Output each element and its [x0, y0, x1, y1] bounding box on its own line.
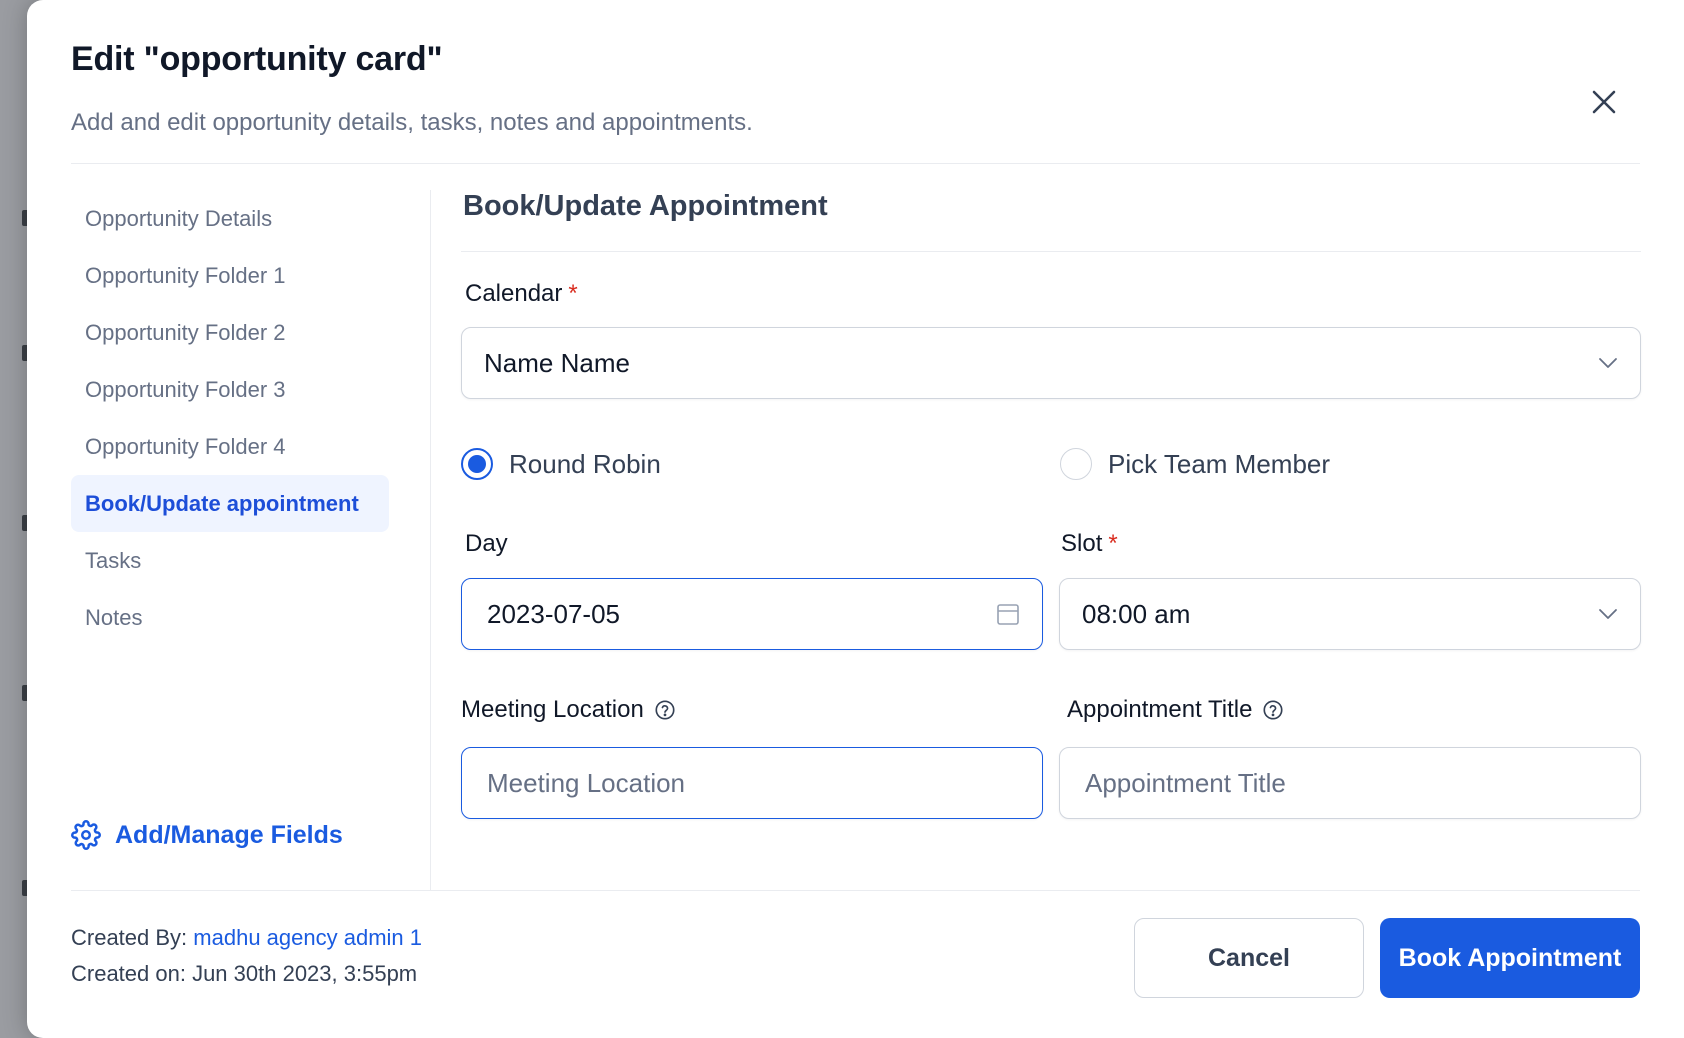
add-manage-fields-label: Add/Manage Fields: [115, 820, 343, 849]
section-title: Book/Update Appointment: [463, 190, 828, 222]
calendar-label: Calendar *: [465, 280, 578, 308]
modal-title: Edit "opportunity card": [71, 40, 443, 78]
book-appointment-button[interactable]: Book Appointment: [1380, 918, 1640, 998]
pick-team-member-label: Pick Team Member: [1108, 448, 1331, 479]
creation-meta: Created By: madhu agency admin 1 Created…: [71, 920, 422, 992]
slot-label: Slot *: [1061, 530, 1118, 558]
calendar-icon: [997, 604, 1019, 625]
sidebar-item-notes[interactable]: Notes: [71, 589, 389, 646]
sidebar-item-opportunity-folder-1[interactable]: Opportunity Folder 1: [71, 247, 389, 304]
gear-icon: [71, 820, 101, 850]
day-label-text: Day: [465, 530, 508, 557]
day-date-value: 2023-07-05: [487, 598, 620, 629]
radio-unselected-icon: [1060, 448, 1092, 480]
slot-select[interactable]: 08:00 am: [1059, 578, 1641, 650]
meeting-location-label: Meeting Location: [461, 696, 676, 724]
appointment-title-label: Appointment Title: [1067, 696, 1284, 724]
chevron-down-icon: [1599, 358, 1617, 368]
sidebar-item-opportunity-folder-4[interactable]: Opportunity Folder 4: [71, 418, 389, 475]
slot-label-text: Slot: [1061, 530, 1103, 557]
meeting-location-placeholder: Meeting Location: [487, 767, 686, 798]
calendar-label-text: Calendar: [465, 280, 563, 307]
sidebar-divider: [430, 190, 431, 890]
round-robin-radio[interactable]: Round Robin: [461, 448, 661, 480]
sidebar-item-tasks[interactable]: Tasks: [71, 532, 389, 589]
appointment-title-input[interactable]: Appointment Title: [1059, 747, 1641, 819]
close-button[interactable]: [1584, 82, 1624, 122]
created-on-text: Created on: Jun 30th 2023, 3:55pm: [71, 961, 418, 986]
meeting-location-input[interactable]: Meeting Location: [461, 747, 1043, 819]
close-icon: [1592, 90, 1616, 114]
calendar-select-value: Name Name: [484, 347, 630, 378]
modal-header: Edit "opportunity card" Add and edit opp…: [71, 40, 1640, 137]
created-by-user-link[interactable]: madhu agency admin 1: [193, 925, 422, 950]
round-robin-label: Round Robin: [509, 448, 661, 479]
cancel-button[interactable]: Cancel: [1134, 918, 1364, 998]
sidebar-item-opportunity-folder-2[interactable]: Opportunity Folder 2: [71, 304, 389, 361]
modal-subtitle: Add and edit opportunity details, tasks,…: [71, 109, 753, 136]
appointment-title-placeholder: Appointment Title: [1085, 767, 1286, 798]
appointment-title-label-text: Appointment Title: [1067, 696, 1253, 723]
slot-select-value: 08:00 am: [1082, 598, 1191, 629]
day-label: Day: [465, 530, 508, 558]
calendar-select[interactable]: Name Name: [461, 327, 1641, 399]
created-by-row: Created By: madhu agency admin 1: [71, 920, 422, 956]
required-marker: *: [1108, 530, 1118, 557]
chevron-down-icon: [1599, 609, 1617, 619]
appointment-panel: Book/Update Appointment Calendar * Name …: [461, 190, 1641, 819]
required-marker: *: [568, 280, 578, 307]
meeting-location-label-text: Meeting Location: [461, 696, 644, 723]
help-circle-icon[interactable]: [1262, 699, 1284, 721]
sidebar-item-opportunity-details[interactable]: Opportunity Details: [71, 190, 389, 247]
sidebar-item-book-update-appointment[interactable]: Book/Update appointment: [71, 475, 389, 532]
section-divider: [461, 251, 1641, 252]
day-date-input[interactable]: 2023-07-05: [461, 578, 1043, 650]
header-divider: [71, 163, 1640, 164]
add-manage-fields-link[interactable]: Add/Manage Fields: [71, 820, 343, 850]
sidebar-item-opportunity-folder-3[interactable]: Opportunity Folder 3: [71, 361, 389, 418]
help-circle-icon[interactable]: [654, 699, 676, 721]
footer-divider: [71, 890, 1640, 891]
pick-team-member-radio[interactable]: Pick Team Member: [1060, 448, 1330, 480]
sidebar-nav: Opportunity Details Opportunity Folder 1…: [71, 190, 431, 886]
edit-opportunity-modal: Edit "opportunity card" Add and edit opp…: [27, 0, 1684, 1038]
created-by-label: Created By:: [71, 925, 188, 950]
radio-selected-icon: [461, 448, 493, 480]
